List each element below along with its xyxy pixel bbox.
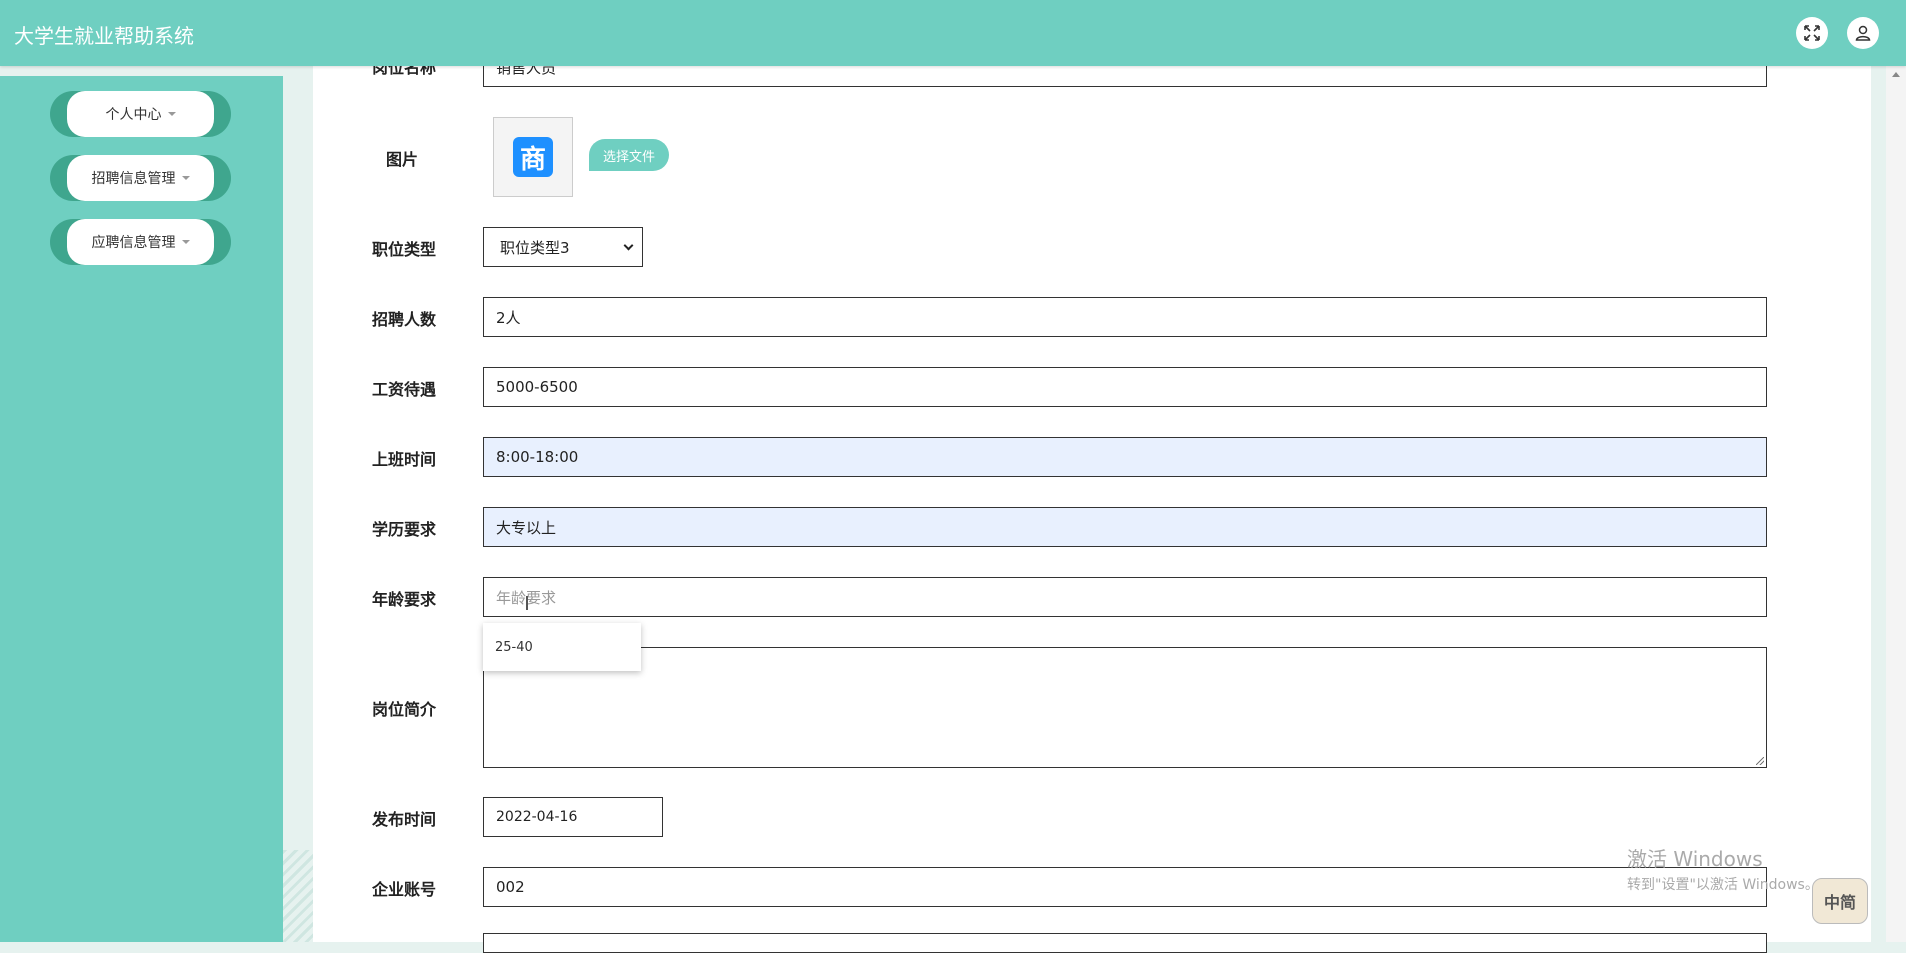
autocomplete-option[interactable]: 25-40 [483, 623, 641, 671]
choose-file-button[interactable]: 选择文件 [589, 139, 669, 171]
headcount-input[interactable]: 2人 [483, 297, 1767, 337]
company-account-input[interactable]: 002 [483, 867, 1767, 907]
publish-time-input[interactable]: 2022-04-16 [483, 797, 663, 837]
sidebar-item-recruitment-management[interactable]: 招聘信息管理 [50, 155, 231, 201]
publish-time-label: 发布时间 [372, 810, 437, 829]
ime-indicator[interactable]: 中简 [1812, 878, 1868, 924]
company-account-label: 企业账号 [372, 880, 437, 899]
app-title: 大学生就业帮助系统 [14, 24, 194, 48]
intro-textarea[interactable] [483, 647, 1767, 768]
sidebar-item-label: 应聘信息管理 [91, 235, 176, 251]
education-label: 学历要求 [372, 520, 437, 539]
sidebar: 个人中心 招聘信息管理 应聘信息管理 [0, 76, 283, 942]
age-label: 年龄要求 [372, 590, 437, 609]
headcount-label: 招聘人数 [372, 310, 437, 329]
windows-activation-watermark: 激活 Windows 转到"设置"以激活 Windows。 [1627, 843, 1819, 894]
intro-label: 岗位简介 [372, 700, 437, 719]
age-input[interactable]: 年龄要求 [483, 577, 1767, 617]
sidebar-item-application-management[interactable]: 应聘信息管理 [50, 219, 231, 265]
sidebar-item-label: 招聘信息管理 [91, 171, 176, 187]
resize-grip-icon[interactable] [1756, 757, 1764, 765]
work-hours-input[interactable]: 8:00-18:00 [483, 437, 1767, 477]
job-type-value: 职位类型3 [500, 238, 570, 257]
user-icon[interactable] [1847, 17, 1879, 49]
fullscreen-icon[interactable] [1796, 17, 1828, 49]
sidebar-item-label: 个人中心 [105, 107, 162, 123]
sidebar-item-personal-center[interactable]: 个人中心 [50, 91, 231, 137]
shop-logo-icon: 商 [513, 137, 553, 177]
salary-input[interactable]: 5000-6500 [483, 367, 1767, 407]
text-cursor [526, 596, 528, 610]
scrollbar[interactable] [1886, 66, 1906, 942]
caret-down-icon [167, 112, 176, 116]
salary-label: 工资待遇 [372, 380, 437, 399]
watermark-line1: 激活 Windows [1627, 847, 1763, 871]
form-panel: 岗位名称 销售人员 图片 商 选择文件 职位类型 职位类型3 招聘人数 2人 工… [313, 47, 1871, 953]
image-preview: 商 [493, 117, 573, 197]
work-hours-label: 上班时间 [372, 450, 437, 469]
top-bar: 大学生就业帮助系统 [0, 0, 1906, 66]
next-field-input[interactable] [483, 933, 1767, 953]
caret-down-icon [181, 240, 190, 244]
image-label: 图片 [386, 150, 419, 169]
scroll-up-icon[interactable] [1892, 72, 1900, 77]
chevron-down-icon [623, 240, 634, 250]
decorative-stripes [283, 850, 313, 942]
job-type-select[interactable]: 职位类型3 [483, 227, 643, 267]
job-type-label: 职位类型 [372, 240, 437, 259]
watermark-line2: 转到"设置"以激活 Windows。 [1627, 877, 1819, 893]
education-input[interactable]: 大专以上 [483, 507, 1767, 547]
caret-down-icon [181, 176, 190, 180]
